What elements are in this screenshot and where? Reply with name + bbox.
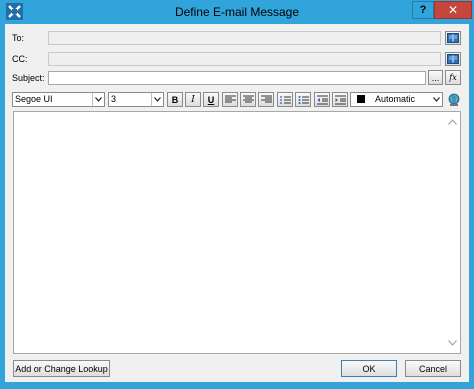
- dialog-window: Define E-mail Message ? ✕ To: CC: Subjec…: [0, 0, 474, 389]
- font-name-value: Segoe UI: [15, 94, 53, 104]
- cc-field[interactable]: [48, 52, 441, 66]
- numbered-list-icon: [279, 95, 291, 104]
- to-field[interactable]: [48, 31, 441, 45]
- align-left-icon: [224, 95, 236, 103]
- dialog-content: To: CC: Subject: ... fx Segoe UI 3 B I U…: [5, 24, 469, 382]
- add-change-lookup-button[interactable]: Add or Change Lookup: [13, 360, 110, 377]
- to-address-book-button[interactable]: [445, 31, 461, 45]
- decrease-indent-button[interactable]: [314, 92, 330, 107]
- close-button[interactable]: ✕: [434, 1, 472, 19]
- align-right-icon: [260, 95, 272, 103]
- font-name-select[interactable]: Segoe UI: [12, 92, 105, 107]
- insert-function-button[interactable]: fx: [445, 70, 461, 85]
- align-right-button[interactable]: [258, 92, 274, 107]
- help-button[interactable]: ?: [412, 1, 434, 19]
- chevron-down-icon[interactable]: [430, 93, 442, 106]
- message-body-editor[interactable]: [13, 111, 461, 354]
- cc-address-book-button[interactable]: [445, 52, 461, 66]
- insert-hyperlink-button[interactable]: [446, 92, 462, 107]
- address-book-icon: [447, 33, 459, 43]
- bulleted-list-icon: [298, 95, 309, 104]
- italic-button[interactable]: I: [185, 92, 201, 107]
- underline-button[interactable]: U: [203, 92, 219, 107]
- address-book-icon: [447, 54, 459, 64]
- increase-indent-icon: [334, 95, 346, 104]
- ok-button[interactable]: OK: [341, 360, 397, 377]
- align-center-button[interactable]: [240, 92, 256, 107]
- chevron-down-icon[interactable]: [92, 93, 104, 106]
- decrease-indent-icon: [316, 95, 328, 104]
- globe-link-icon: [448, 93, 460, 106]
- chevron-down-icon[interactable]: [151, 93, 163, 106]
- subject-input[interactable]: [48, 71, 426, 85]
- to-label: To:: [12, 33, 25, 43]
- scroll-up-icon[interactable]: [448, 119, 457, 125]
- font-size-select[interactable]: 3: [108, 92, 164, 107]
- align-left-button[interactable]: [222, 92, 238, 107]
- increase-indent-button[interactable]: [332, 92, 348, 107]
- text-color-select[interactable]: Automatic: [350, 92, 443, 107]
- scroll-down-icon[interactable]: [448, 340, 457, 346]
- text-color-value: Automatic: [375, 94, 416, 104]
- subject-browse-button[interactable]: ...: [428, 70, 443, 85]
- bold-button[interactable]: B: [167, 92, 183, 107]
- subject-label: Subject:: [12, 73, 45, 83]
- color-swatch: [357, 95, 365, 103]
- bulleted-list-button[interactable]: [295, 92, 311, 107]
- font-size-value: 3: [111, 94, 117, 104]
- align-center-icon: [242, 95, 254, 103]
- window-title: Define E-mail Message: [174, 5, 300, 19]
- title-bar[interactable]: Define E-mail Message ? ✕: [0, 0, 474, 24]
- cancel-button[interactable]: Cancel: [405, 360, 461, 377]
- cc-label: CC:: [12, 54, 28, 64]
- numbered-list-button[interactable]: [277, 92, 293, 107]
